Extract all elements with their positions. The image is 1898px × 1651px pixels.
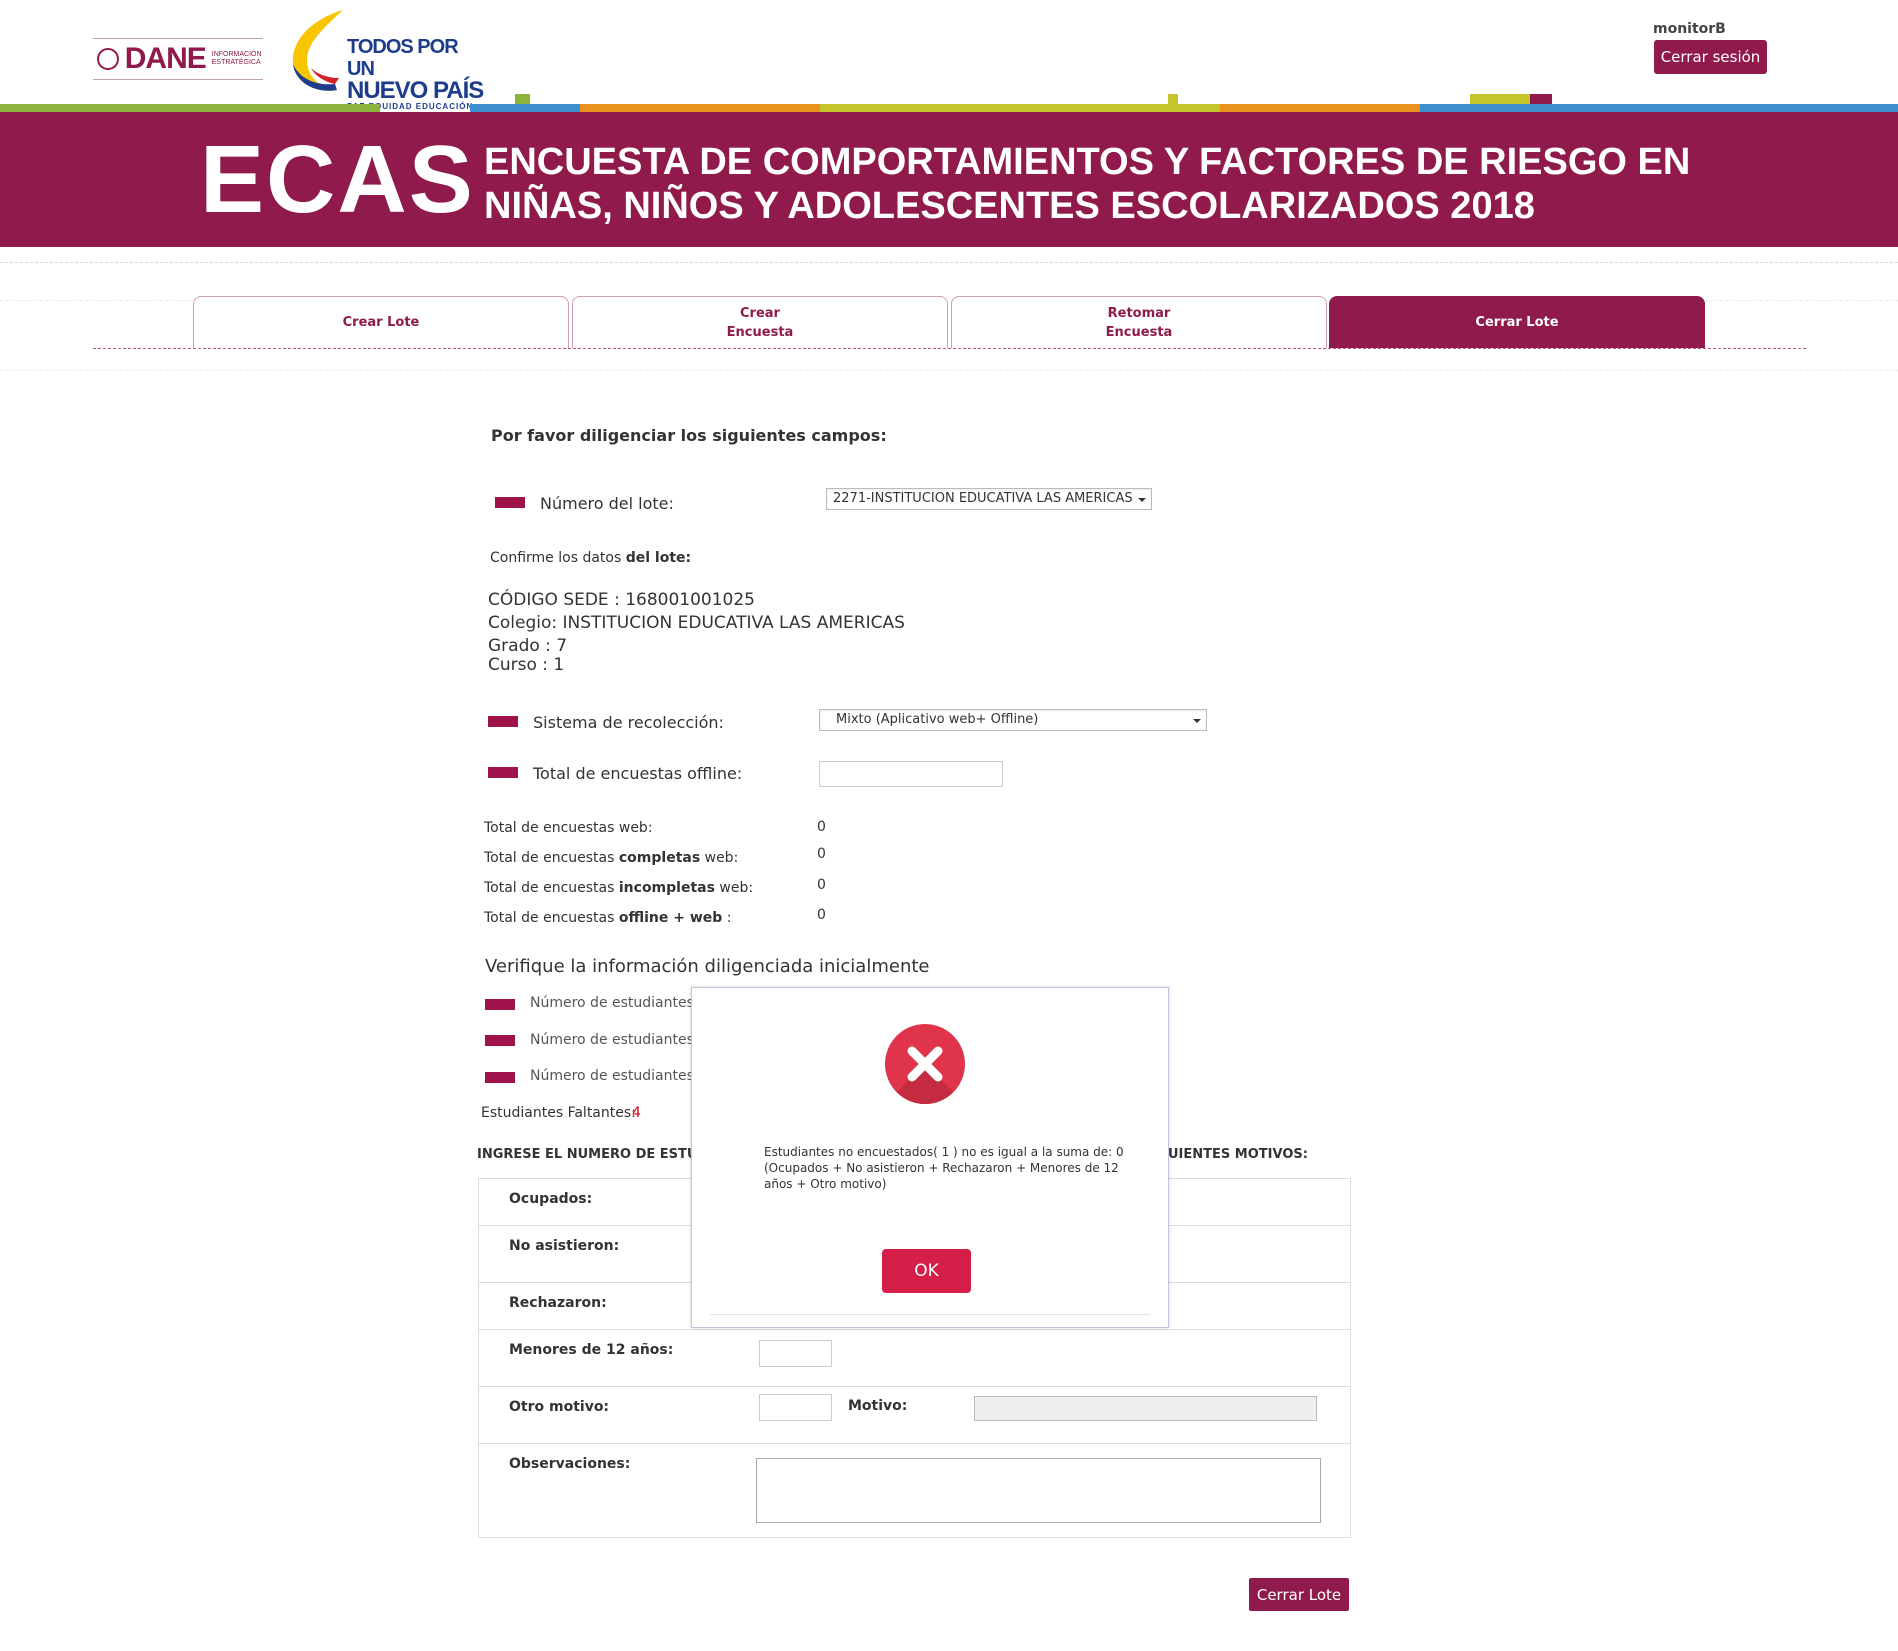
- tab-crear-lote[interactable]: Crear Lote: [193, 296, 569, 348]
- tabs-baseline: [93, 348, 1806, 349]
- total-web-label: Total de encuestas web:: [484, 820, 653, 836]
- table-row: [478, 1329, 1351, 1330]
- error-x-icon: [885, 1024, 965, 1104]
- motivo-input[interactable]: [974, 1396, 1317, 1421]
- error-message: Estudiantes no encuestados( 1 ) no es ig…: [764, 1145, 1124, 1191]
- faltantes-label: Estudiantes Faltantes:: [481, 1105, 636, 1121]
- motivos-heading-right: UIENTES MOTIVOS:: [1168, 1147, 1308, 1162]
- offline-total-input[interactable]: [819, 761, 1003, 787]
- total-incompletas-label: Total de encuestas incompletas web:: [484, 880, 753, 896]
- otro-motivo-label: Otro motivo:: [509, 1399, 610, 1415]
- required-marker: [488, 767, 518, 778]
- dane-logo-subtitle: INFORMACIÓN ESTRATÉGICA: [211, 51, 262, 66]
- lote-label: Número del lote:: [540, 494, 674, 513]
- total-text: web:: [700, 850, 739, 866]
- form-intro: Por favor diligenciar los siguientes cam…: [491, 426, 887, 445]
- sistema-label: Sistema de recolección:: [533, 713, 724, 732]
- sistema-select[interactable]: Mixto (Aplicativo web+ Offline): [819, 709, 1207, 731]
- total-text: :: [722, 910, 732, 926]
- total-text: web:: [714, 880, 754, 896]
- error-dialog: Estudiantes no encuestados( 1 ) no es ig…: [691, 987, 1169, 1328]
- motivo-label: Motivo:: [848, 1398, 908, 1414]
- total-bold: offline + web: [618, 910, 723, 926]
- otro-motivo-input[interactable]: [759, 1394, 832, 1421]
- sistema-select-value: Mixto (Aplicativo web+ Offline): [836, 712, 1039, 727]
- total-offline-web-value: 0: [817, 907, 826, 923]
- lote-select[interactable]: 2271-INSTITUCION EDUCATIVA LAS AMERICAS: [826, 488, 1152, 510]
- colombia-flag-swoosh-icon: [292, 10, 343, 91]
- todos-por-un-nuevo-pais-logo: TODOS POR UN NUEVO PAÍS PAZ EQUIDAD EDUC…: [285, 8, 485, 111]
- confirm-bold: del lote:: [625, 550, 692, 566]
- confirm-label: Confirme los datos del lote:: [490, 550, 691, 566]
- menores-input[interactable]: [759, 1340, 832, 1367]
- cerrar-lote-button[interactable]: Cerrar Lote: [1249, 1578, 1349, 1611]
- banner-acronym: ECAS: [200, 126, 475, 233]
- total-text: Total de encuestas: [484, 880, 619, 896]
- background-decoration: [0, 262, 1898, 263]
- current-user: monitorB: [1653, 21, 1726, 37]
- verify-title: Verifique la información diligenciada in…: [485, 956, 930, 977]
- ocupados-label: Ocupados:: [509, 1191, 593, 1207]
- rechazaron-label: Rechazaron:: [509, 1295, 607, 1311]
- verify-item: Número de estudiantes: [530, 1032, 694, 1048]
- tab-label: Crear Encuesta: [726, 305, 794, 340]
- tab-retomar-encuesta[interactable]: Retomar Encuesta: [951, 296, 1327, 348]
- gov-logo-line1: TODOS POR UN: [347, 36, 459, 80]
- required-marker: [485, 1035, 515, 1046]
- table-row: [478, 1386, 1351, 1387]
- total-text: Total de encuestas: [484, 910, 619, 926]
- menores-label: Menores de 12 años:: [509, 1342, 674, 1358]
- colegio: Colegio: INSTITUCION EDUCATIVA LAS AMERI…: [488, 613, 905, 633]
- verify-item: Número de estudiantes: [530, 995, 694, 1011]
- logout-button[interactable]: Cerrar sesión: [1654, 40, 1767, 74]
- codigo-sede: CÓDIGO SEDE : 168001001025: [488, 590, 756, 610]
- total-text: Total de encuestas web:: [484, 820, 653, 836]
- tab-label: Cerrar Lote: [1475, 315, 1559, 330]
- motivos-heading-left: INGRESE EL NUMERO DE ESTUD: [477, 1147, 709, 1162]
- table-row: [478, 1443, 1351, 1444]
- confirm-prefix: Confirme los datos: [490, 550, 626, 566]
- lote-select-value: 2271-INSTITUCION EDUCATIVA LAS AMERICAS: [833, 491, 1133, 506]
- no-asistieron-label: No asistieron:: [509, 1238, 620, 1254]
- total-offline-web-label: Total de encuestas offline + web :: [484, 910, 731, 926]
- verify-item: Número de estudiantes: [530, 1068, 694, 1084]
- observaciones-textarea[interactable]: [756, 1458, 1321, 1523]
- banner-title: ENCUESTA DE COMPORTAMIENTOS Y FACTORES D…: [484, 141, 1691, 227]
- total-text: Total de encuestas: [484, 850, 619, 866]
- required-marker: [485, 1072, 515, 1083]
- total-completas-value: 0: [817, 846, 826, 862]
- tab-crear-encuesta[interactable]: Crear Encuesta: [572, 296, 948, 348]
- tab-cerrar-lote[interactable]: Cerrar Lote: [1329, 296, 1705, 348]
- background-decoration: [0, 370, 1898, 371]
- dane-logo-text: DANE: [124, 42, 207, 75]
- curso: Curso : 1: [488, 655, 565, 675]
- observaciones-label: Observaciones:: [509, 1456, 631, 1472]
- total-completas-label: Total de encuestas completas web:: [484, 850, 738, 866]
- chevron-down-icon: [1138, 498, 1146, 502]
- offline-label: Total de encuestas offline:: [533, 764, 743, 783]
- colombia-seal-icon: [97, 48, 119, 70]
- total-incompletas-value: 0: [817, 877, 826, 893]
- chevron-down-icon: [1193, 719, 1201, 723]
- required-marker: [488, 716, 518, 727]
- lote-details: CÓDIGO SEDE : 168001001025 Colegio: INST…: [488, 589, 905, 677]
- required-marker: [495, 497, 525, 508]
- total-bold: completas: [618, 850, 701, 866]
- required-marker: [485, 999, 515, 1010]
- faltantes-value: 4: [632, 1105, 641, 1121]
- tab-label: Crear Lote: [342, 315, 420, 330]
- ok-button[interactable]: OK: [882, 1249, 971, 1293]
- dialog-divider: [710, 1314, 1150, 1315]
- tab-label: Retomar Encuesta: [1105, 305, 1173, 340]
- total-web-value: 0: [817, 819, 826, 835]
- dane-logo: DANE INFORMACIÓN ESTRATÉGICA: [93, 38, 263, 80]
- total-bold: incompletas: [618, 880, 715, 896]
